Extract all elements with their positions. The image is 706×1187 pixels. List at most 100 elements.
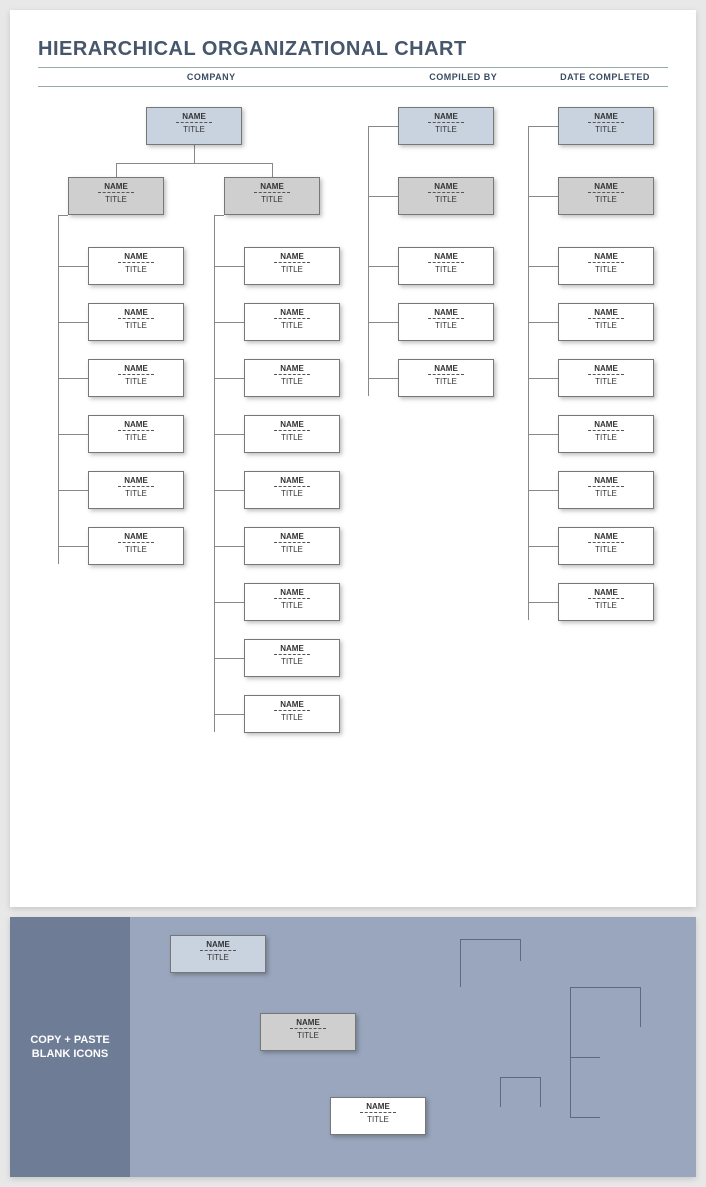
- node-separator: [428, 192, 464, 193]
- node-name: NAME: [245, 588, 339, 597]
- node-name: NAME: [89, 308, 183, 317]
- org-node-report[interactable]: NAMETITLE: [558, 247, 654, 285]
- node-title: TITLE: [245, 433, 339, 442]
- node-title: TITLE: [225, 195, 319, 204]
- org-node-manager[interactable]: NAME TITLE: [68, 177, 164, 215]
- palette-node-blue[interactable]: NAMETITLE: [170, 935, 266, 973]
- org-node-report[interactable]: NAMETITLE: [558, 415, 654, 453]
- node-title: TITLE: [331, 1115, 425, 1124]
- org-node-report[interactable]: NAMETITLE: [244, 415, 340, 453]
- palette-connector-icon[interactable]: [570, 1117, 600, 1118]
- org-chart-page: HIERARCHICAL ORGANIZATIONAL CHART COMPAN…: [10, 10, 696, 907]
- node-separator: [274, 374, 310, 375]
- palette-connector-icon[interactable]: [540, 1077, 541, 1107]
- org-node-top[interactable]: NAME TITLE: [146, 107, 242, 145]
- node-separator: [588, 598, 624, 599]
- org-node-report[interactable]: NAMETITLE: [398, 359, 494, 397]
- node-title: TITLE: [399, 195, 493, 204]
- org-node-report[interactable]: NAMETITLE: [558, 303, 654, 341]
- connector: [58, 266, 88, 267]
- palette-connector-icon[interactable]: [500, 1077, 501, 1107]
- org-node-report[interactable]: NAMETITLE: [558, 471, 654, 509]
- org-node-report[interactable]: NAMETITLE: [244, 303, 340, 341]
- palette-connector-icon[interactable]: [570, 1057, 600, 1058]
- org-node-report[interactable]: NAMETITLE: [244, 527, 340, 565]
- node-name: NAME: [399, 364, 493, 373]
- palette-node-grey[interactable]: NAMETITLE: [260, 1013, 356, 1051]
- node-name: NAME: [245, 532, 339, 541]
- connector: [214, 378, 244, 379]
- org-node-report[interactable]: NAMETITLE: [88, 527, 184, 565]
- org-node-manager[interactable]: NAME TITLE: [224, 177, 320, 215]
- connector: [116, 163, 272, 164]
- org-node-top[interactable]: NAMETITLE: [558, 107, 654, 145]
- node-separator: [428, 318, 464, 319]
- org-node-manager[interactable]: NAME TITLE: [398, 177, 494, 215]
- node-separator: [274, 262, 310, 263]
- org-node-report[interactable]: NAMETITLE: [88, 471, 184, 509]
- node-separator: [118, 542, 154, 543]
- palette-connector-icon[interactable]: [570, 987, 571, 1117]
- node-name: NAME: [559, 252, 653, 261]
- org-node-report[interactable]: NAMETITLE: [88, 303, 184, 341]
- node-separator: [588, 430, 624, 431]
- palette-connector-icon[interactable]: [460, 939, 461, 987]
- connector: [116, 163, 117, 177]
- org-node-report[interactable]: NAMETITLE: [398, 303, 494, 341]
- node-separator: [118, 262, 154, 263]
- node-title: TITLE: [559, 377, 653, 386]
- node-title: TITLE: [399, 265, 493, 274]
- org-node-report[interactable]: NAMETITLE: [244, 471, 340, 509]
- connector: [528, 126, 558, 127]
- org-node-report[interactable]: NAMETITLE: [244, 359, 340, 397]
- node-title: TITLE: [245, 321, 339, 330]
- palette-connector-icon[interactable]: [520, 939, 521, 961]
- node-separator: [588, 374, 624, 375]
- org-node-report[interactable]: NAMETITLE: [244, 583, 340, 621]
- node-title: TITLE: [89, 265, 183, 274]
- node-separator: [274, 542, 310, 543]
- palette-connector-icon[interactable]: [500, 1077, 540, 1078]
- palette-connector-icon[interactable]: [570, 987, 640, 988]
- connector: [528, 490, 558, 491]
- chart-area: NAME TITLE NAME TITLE NAME TITLE NAME TIT…: [38, 107, 668, 867]
- org-node-top[interactable]: NAMETITLE: [398, 107, 494, 145]
- node-title: TITLE: [559, 433, 653, 442]
- connector: [214, 714, 244, 715]
- palette-connector-icon[interactable]: [460, 939, 520, 940]
- node-title: TITLE: [89, 545, 183, 554]
- org-node-report[interactable]: NAMETITLE: [88, 247, 184, 285]
- org-node-report[interactable]: NAMETITLE: [558, 527, 654, 565]
- org-node-manager[interactable]: NAMETITLE: [558, 177, 654, 215]
- node-separator: [428, 122, 464, 123]
- node-name: NAME: [261, 1018, 355, 1027]
- connector: [58, 434, 88, 435]
- node-separator: [274, 430, 310, 431]
- org-node-report[interactable]: NAMETITLE: [244, 639, 340, 677]
- org-node-report[interactable]: NAMETITLE: [244, 695, 340, 733]
- node-name: NAME: [399, 182, 493, 191]
- palette-connector-icon[interactable]: [640, 987, 641, 1027]
- palette-sidebar: COPY + PASTE BLANK ICONS: [10, 917, 130, 1177]
- node-separator: [588, 192, 624, 193]
- node-name: NAME: [559, 182, 653, 191]
- node-separator: [360, 1112, 396, 1113]
- connector: [214, 215, 224, 216]
- org-node-report[interactable]: NAME TITLE: [558, 359, 654, 397]
- org-node-report[interactable]: NAMETITLE: [88, 359, 184, 397]
- node-separator: [428, 262, 464, 263]
- node-name: NAME: [559, 364, 653, 373]
- node-separator: [98, 192, 134, 193]
- palette-node-white[interactable]: NAMETITLE: [330, 1097, 426, 1135]
- org-node-report[interactable]: NAMETITLE: [88, 415, 184, 453]
- org-node-report[interactable]: NAMETITLE: [398, 247, 494, 285]
- node-separator: [274, 486, 310, 487]
- node-name: NAME: [559, 588, 653, 597]
- node-name: NAME: [399, 308, 493, 317]
- palette-sidebar-label: COPY + PASTE BLANK ICONS: [18, 1033, 122, 1062]
- node-name: NAME: [559, 476, 653, 485]
- connector: [214, 322, 244, 323]
- connector: [214, 266, 244, 267]
- org-node-report[interactable]: NAMETITLE: [244, 247, 340, 285]
- org-node-report[interactable]: NAMETITLE: [558, 583, 654, 621]
